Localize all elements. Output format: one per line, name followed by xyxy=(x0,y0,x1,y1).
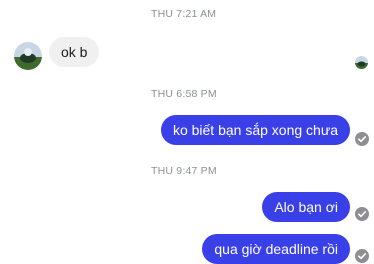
avatar-icon xyxy=(14,42,42,70)
timestamp-2: THU 6:58 PM xyxy=(151,88,217,100)
timestamp-1: THU 7:21 AM xyxy=(151,8,217,20)
check-circle-icon xyxy=(355,132,369,146)
outgoing-message-1[interactable]: ko biết bạn sắp xong chưa xyxy=(160,115,350,145)
outgoing-message-3[interactable]: qua giờ deadline rồi xyxy=(202,234,350,264)
check-circle-icon xyxy=(355,207,369,221)
timestamp-3: THU 9:47 PM xyxy=(151,165,217,177)
outgoing-message-2[interactable]: Alo bạn ơi xyxy=(262,192,350,222)
contact-avatar[interactable] xyxy=(14,42,42,70)
check-circle-icon xyxy=(355,249,369,263)
seen-avatar-icon xyxy=(355,56,368,69)
seen-avatar xyxy=(355,56,368,69)
incoming-message[interactable]: ok b xyxy=(49,37,100,67)
